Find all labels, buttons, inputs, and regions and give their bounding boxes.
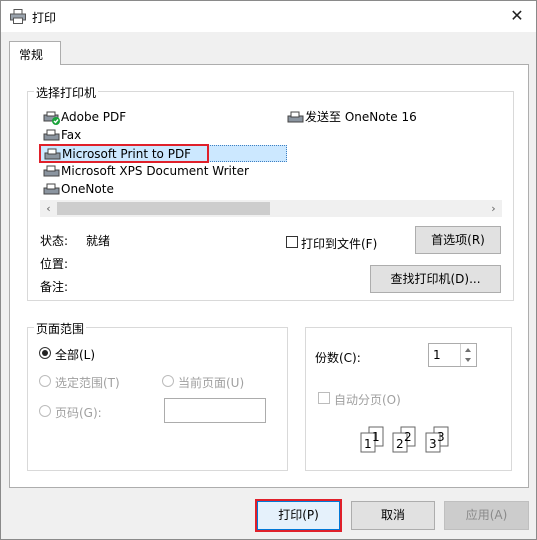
collate-digit: 3 (437, 430, 445, 444)
find-printer-button[interactable]: 查找打印机(D)... (370, 265, 501, 293)
printer-name: Microsoft XPS Document Writer (61, 164, 249, 178)
radio-current-page[interactable] (162, 375, 174, 387)
select-printer-legend: 选择打印机 (34, 84, 99, 101)
preferences-button-label: 首选项(R) (431, 233, 485, 247)
apply-button[interactable]: 应用(A) (444, 501, 529, 530)
print-to-file-checkbox[interactable] (286, 236, 298, 248)
collate-digit: 2 (396, 437, 404, 451)
highlight-box (39, 144, 209, 163)
print-dialog: 打印 ✕ 常规 选择打印机 Adobe PDF Fax Microsoft Pr… (0, 0, 537, 540)
collate-digit: 1 (372, 430, 380, 444)
window-title: 打印 (32, 11, 57, 25)
radio-pages-label: 页码(G): (55, 406, 102, 420)
scroll-right-icon[interactable]: › (485, 200, 502, 217)
pages-input[interactable] (164, 398, 266, 423)
copies-value: 1 (433, 348, 441, 362)
scroll-left-icon[interactable]: ‹ (40, 200, 57, 217)
radio-all-label: 全部(L) (55, 348, 96, 362)
location-label: 位置: (40, 257, 69, 271)
printer-item-send-to-onenote[interactable]: 发送至 OneNote 16 (287, 109, 417, 126)
printer-icon (287, 111, 304, 122)
printer-name: 发送至 OneNote 16 (305, 110, 417, 124)
copies-label: 份数(C): (315, 351, 361, 365)
status-value: 就绪 (86, 234, 111, 248)
radio-current-page-label: 当前页面(U) (178, 376, 245, 390)
find-printer-button-label: 查找打印机(D)... (390, 272, 481, 286)
highlight-box (255, 499, 342, 532)
fax-icon (43, 129, 60, 140)
collate-digit: 3 (429, 437, 437, 451)
collate-digit: 2 (404, 430, 412, 444)
printer-default-icon (43, 111, 60, 125)
printer-icon (10, 9, 26, 24)
printer-item-fax[interactable]: Fax (43, 127, 81, 144)
printer-name: Fax (61, 128, 82, 142)
comment-label: 备注: (40, 280, 69, 294)
radio-pages[interactable] (39, 405, 51, 417)
collate-preview-icon: 1 1 2 2 3 3 (360, 426, 449, 453)
status-label: 状态: (40, 234, 69, 248)
page-range-legend: 页面范围 (34, 320, 87, 337)
printer-icon (43, 165, 60, 176)
close-icon[interactable]: ✕ (504, 4, 530, 28)
printer-item-onenote[interactable]: OneNote (43, 181, 114, 198)
collate-digit: 1 (364, 437, 372, 451)
radio-all[interactable] (39, 347, 51, 359)
collate-label: 自动分页(O) (334, 393, 401, 407)
tab-general[interactable]: 常规 (9, 41, 61, 65)
printer-item-microsoft-xps[interactable]: Microsoft XPS Document Writer (43, 163, 249, 180)
radio-selection-label: 选定范围(T) (55, 376, 120, 390)
cancel-button-label: 取消 (380, 508, 405, 522)
cancel-button[interactable]: 取消 (351, 501, 435, 530)
scrollbar-thumb[interactable] (57, 202, 270, 215)
tab-general-label: 常规 (19, 48, 44, 62)
preferences-button[interactable]: 首选项(R) (415, 226, 501, 254)
title-bar: 打印 ✕ (1, 1, 536, 32)
spin-up-icon[interactable] (465, 348, 471, 352)
spin-buttons[interactable] (460, 344, 476, 366)
printer-item-adobe-pdf[interactable]: Adobe PDF (43, 109, 126, 126)
printer-name: OneNote (61, 182, 114, 196)
collate-checkbox[interactable] (318, 392, 330, 404)
apply-button-label: 应用(A) (465, 508, 508, 522)
print-to-file-label: 打印到文件(F) (301, 237, 378, 251)
spin-down-icon[interactable] (465, 358, 471, 362)
radio-selection[interactable] (39, 375, 51, 387)
printer-name: Adobe PDF (61, 110, 127, 124)
printer-list-scrollbar[interactable]: ‹ › (40, 200, 502, 217)
printer-icon (43, 183, 60, 194)
copies-stepper[interactable]: 1 (428, 343, 477, 367)
